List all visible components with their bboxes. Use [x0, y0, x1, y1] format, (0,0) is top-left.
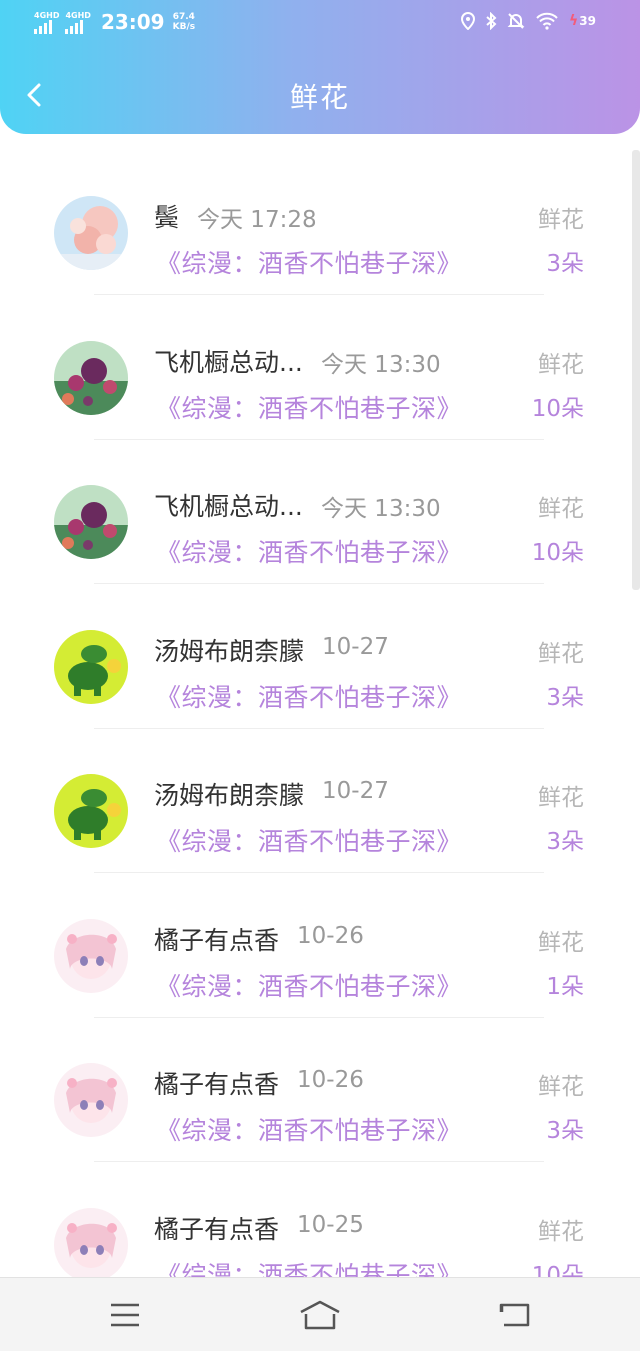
net-speed-value: 67.4	[172, 12, 195, 22]
send-time: 10-26	[297, 1067, 364, 1093]
book-title[interactable]: 《综漫：酒香不怕巷子深》	[156, 1111, 462, 1147]
charging-icon: ϟ	[569, 13, 579, 29]
gift-type: 鲜花	[538, 641, 584, 667]
send-time: 10-27	[322, 778, 389, 804]
gift-count: 10朵	[531, 396, 584, 422]
sender-name[interactable]: 橘子有点香	[154, 921, 279, 957]
sender-name[interactable]: 橘子有点香	[154, 1210, 279, 1246]
gift-type: 鲜花	[538, 496, 584, 522]
sim1-signal: 4GHD	[34, 11, 59, 34]
bell-muted-icon	[507, 12, 525, 30]
app-header: 4GHD 4GHD 23:09 67.4 KB/s ϟ 39 鲜花	[0, 0, 640, 134]
flower-record-row[interactable]: 飞机橱总动... 今天 13:30 《综漫：酒香不怕巷子深》 鲜花 10朵	[0, 295, 632, 440]
gift-count: 3朵	[546, 251, 584, 277]
send-time: 今天 13:30	[321, 352, 441, 378]
title-bar: 鲜花	[0, 60, 640, 132]
gift-count: 1朵	[546, 974, 584, 1000]
book-title[interactable]: 《综漫：酒香不怕巷子深》	[156, 533, 462, 569]
status-right: ϟ 39	[461, 12, 596, 30]
gift-count: 3朵	[546, 829, 584, 855]
battery-level: 39	[579, 14, 596, 28]
gift-type: 鲜花	[538, 930, 584, 956]
avatar[interactable]	[54, 919, 128, 993]
page-title: 鲜花	[289, 81, 350, 114]
avatar[interactable]	[54, 630, 128, 704]
status-left: 4GHD 4GHD 23:09 67.4 KB/s	[34, 10, 195, 34]
flower-record-list[interactable]: 鬓今天 17:28 《综漫：酒香不怕巷子深》 鲜花 3朵 飞机橱总动... 今天 13:3…	[0, 150, 632, 1277]
net-speed-unit: KB/s	[172, 22, 196, 32]
flower-record-row[interactable]: 橘子有点香 10-26 《综漫：酒香不怕巷子深》 鲜花 3朵	[0, 1017, 632, 1162]
sim2-signal: 4GHD	[65, 10, 91, 34]
sender-name[interactable]: 飞机橱总动...	[154, 343, 303, 379]
avatar[interactable]	[54, 774, 128, 848]
avatar[interactable]	[54, 1208, 128, 1277]
gift-count: 3朵	[546, 1118, 584, 1144]
book-title[interactable]: 《综漫：酒香不怕巷子深》	[156, 244, 462, 280]
gift-count: 3朵	[546, 685, 584, 711]
flower-record-row[interactable]: 鬓今天 17:28 《综漫：酒香不怕巷子深》 鲜花 3朵	[0, 150, 632, 295]
sender-name[interactable]: 汤姆布朗柰朦	[154, 632, 304, 668]
avatar[interactable]	[54, 196, 128, 270]
system-nav-bar	[0, 1277, 640, 1351]
battery-icon: ϟ 39	[569, 13, 596, 29]
send-time: 今天 17:28	[197, 207, 317, 233]
location-icon	[461, 12, 476, 30]
book-title[interactable]: 《综漫：酒香不怕巷子深》	[156, 389, 462, 425]
avatar[interactable]	[54, 341, 128, 415]
flower-record-row[interactable]: 飞机橱总动... 今天 13:30 《综漫：酒香不怕巷子深》 鲜花 10朵	[0, 439, 632, 584]
clock: 23:09	[100, 10, 165, 34]
book-title[interactable]: 《综漫：酒香不怕巷子深》	[156, 678, 462, 714]
sender-name[interactable]: 橘子有点香	[154, 1065, 279, 1101]
wifi-icon	[535, 12, 559, 30]
flower-record-row[interactable]: 橘子有点香 10-26 《综漫：酒香不怕巷子深》 鲜花 1朵	[0, 873, 632, 1018]
send-time: 10-26	[297, 923, 364, 949]
sim1-label: 4GHD	[34, 10, 60, 20]
bluetooth-icon	[485, 12, 497, 30]
net-speed: 67.4 KB/s	[173, 12, 195, 32]
status-bar: 4GHD 4GHD 23:09 67.4 KB/s ϟ 39	[0, 0, 640, 50]
scrollbar[interactable]	[632, 150, 640, 590]
book-title[interactable]: 《综漫：酒香不怕巷子深》	[156, 1256, 462, 1277]
gift-count: 10朵	[531, 1263, 584, 1277]
sender-name[interactable]: 飞机橱总动...	[154, 487, 303, 523]
gift-type: 鲜花	[538, 1219, 584, 1245]
home-icon[interactable]	[298, 1300, 342, 1330]
gift-type: 鲜花	[538, 1074, 584, 1100]
send-time: 10-25	[297, 1212, 364, 1238]
gift-count: 10朵	[531, 540, 584, 566]
sender-name[interactable]: 鬓	[154, 198, 179, 234]
gift-type: 鲜花	[538, 207, 584, 233]
sender-name[interactable]: 汤姆布朗柰朦	[154, 776, 304, 812]
gift-type: 鲜花	[538, 352, 584, 378]
book-title[interactable]: 《综漫：酒香不怕巷子深》	[156, 967, 462, 1003]
flower-record-row[interactable]: 橘子有点香 10-25 《综漫：酒香不怕巷子深》 鲜花 10朵	[0, 1162, 632, 1277]
flower-record-row[interactable]: 汤姆布朗柰朦 10-27 《综漫：酒香不怕巷子深》 鲜花 3朵	[0, 728, 632, 873]
sim2-label: 4GHD	[65, 10, 91, 20]
flower-record-row[interactable]: 汤姆布朗柰朦 10-27 《综漫：酒香不怕巷子深》 鲜花 3朵	[0, 584, 632, 729]
menu-icon[interactable]	[108, 1300, 142, 1330]
book-title[interactable]: 《综漫：酒香不怕巷子深》	[156, 822, 462, 858]
send-time: 10-27	[322, 634, 389, 660]
back-icon[interactable]	[498, 1300, 532, 1330]
signal-bars-icon	[34, 19, 52, 34]
gift-type: 鲜花	[538, 785, 584, 811]
avatar[interactable]	[54, 485, 128, 559]
send-time: 今天 13:30	[321, 496, 441, 522]
avatar[interactable]	[54, 1063, 128, 1137]
signal-bars-icon	[65, 19, 84, 34]
